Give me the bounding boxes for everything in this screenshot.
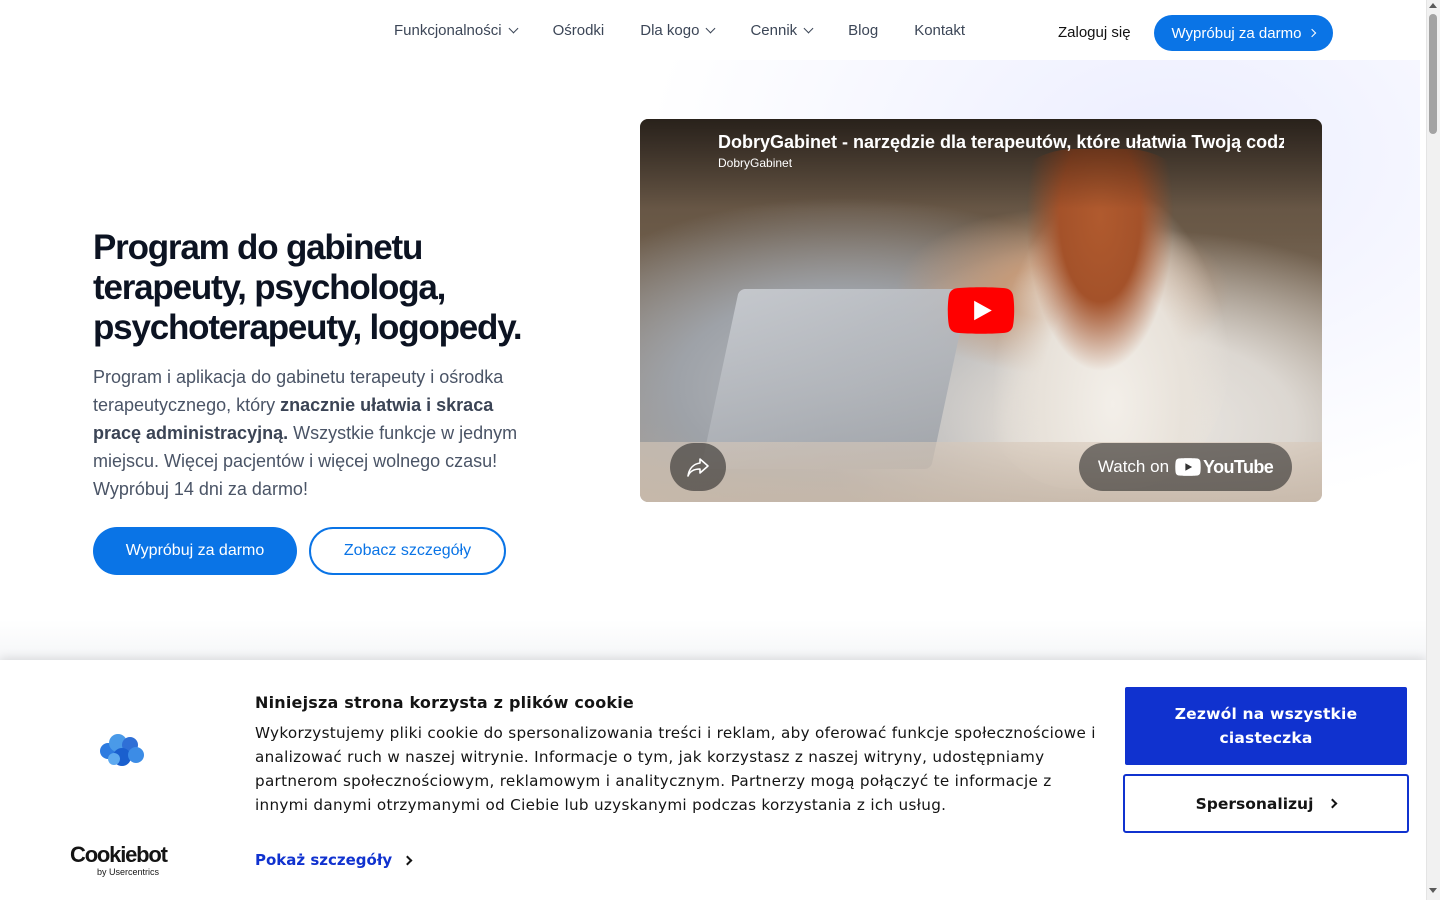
nav-item-contact[interactable]: Kontakt	[914, 22, 965, 39]
hero-title: Program do gabinetu terapeuty, psycholog…	[93, 228, 523, 347]
login-link[interactable]: Zaloguj się	[1058, 24, 1131, 41]
youtube-logo-icon	[1175, 458, 1201, 476]
video-title[interactable]: DobryGabinet - narzędzie dla terapeutów,…	[718, 132, 1284, 153]
youtube-play-icon[interactable]	[947, 287, 1015, 334]
chevron-down-icon	[508, 23, 519, 34]
show-details-label: Pokaż szczegóły	[255, 851, 393, 869]
customize-label: Spersonalizuj	[1195, 794, 1314, 813]
chevron-right-icon	[1327, 798, 1338, 809]
nav-item-label: Dla kogo	[640, 22, 700, 39]
page-scrollbar[interactable]	[1426, 0, 1440, 900]
nav-item-label: Cennik	[750, 22, 798, 39]
scroll-down-arrow-icon[interactable]	[1429, 888, 1437, 893]
nav-item-label: Funkcjonalności	[394, 22, 502, 39]
top-navigation: Funkcjonalności Ośrodki Dla kogo Cennik …	[0, 0, 1426, 66]
see-details-button[interactable]: Zobacz szczegóły	[309, 527, 506, 575]
next-section-band	[0, 620, 1426, 660]
cookiebot-by-line: by Usercentrics	[97, 867, 160, 877]
watch-on-youtube-button[interactable]: Watch on YouTube	[1079, 443, 1292, 491]
nav-item-features[interactable]: Funkcjonalności	[394, 22, 519, 39]
video-channel-name[interactable]: DobryGabinet	[718, 156, 792, 170]
show-details-link[interactable]: Pokaż szczegóły	[255, 851, 413, 869]
chevron-down-icon	[803, 23, 814, 34]
nav-item-for-whom[interactable]: Dla kogo	[640, 22, 716, 39]
share-button[interactable]	[670, 443, 726, 491]
watch-on-label: Watch on	[1097, 457, 1170, 476]
nav-item-label: Ośrodki	[552, 22, 605, 39]
customize-cookies-button[interactable]: Spersonalizuj	[1123, 774, 1409, 833]
site-logo-icon	[100, 734, 144, 766]
hero-description: Program i aplikacja do gabinetu terapeut…	[93, 363, 533, 503]
nav-menu: Funkcjonalności Ośrodki Dla kogo Cennik …	[394, 22, 1001, 39]
nav-item-label: Blog	[848, 22, 879, 39]
scrollbar-thumb[interactable]	[1429, 14, 1437, 134]
nav-item-centers[interactable]: Ośrodki	[553, 22, 605, 39]
nav-item-blog[interactable]: Blog	[848, 22, 878, 39]
chevron-right-icon	[402, 855, 413, 865]
allow-all-cookies-button[interactable]: Zezwól na wszystkie ciasteczka	[1125, 687, 1407, 765]
youtube-logo: YouTube	[1175, 456, 1274, 478]
cookie-description: Wykorzystujemy pliki cookie do spersonal…	[255, 724, 1096, 814]
share-icon	[687, 458, 709, 477]
chevron-down-icon	[706, 23, 716, 34]
chevron-right-icon	[1308, 28, 1317, 38]
youtube-wordmark: YouTube	[1203, 456, 1274, 477]
nav-item-label: Kontakt	[914, 22, 966, 39]
cookie-title: Niniejsza strona korzysta z plików cooki…	[255, 693, 634, 712]
try-free-nav-label: Wypróbuj za darmo	[1171, 24, 1302, 42]
nav-item-pricing[interactable]: Cennik	[750, 22, 814, 39]
cookiebot-name: Cookiebot	[70, 842, 168, 867]
try-free-nav-button[interactable]: Wypróbuj za darmo	[1154, 15, 1333, 51]
cookiebot-logo[interactable]: Cookiebot by Usercentrics	[70, 842, 180, 878]
try-free-button[interactable]: Wypróbuj za darmo	[93, 527, 297, 575]
scroll-up-arrow-icon[interactable]	[1429, 3, 1437, 8]
channel-avatar-icon[interactable]	[672, 133, 706, 167]
